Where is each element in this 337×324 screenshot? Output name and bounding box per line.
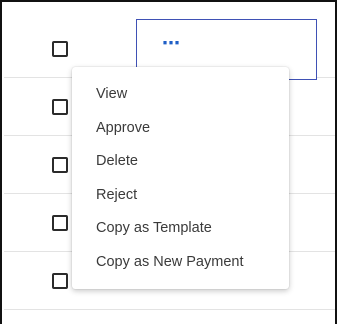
- table-panel: ⋯ View Approve Delete Reject Copy as Tem…: [0, 0, 337, 324]
- row-checkbox[interactable]: [52, 157, 68, 173]
- more-horizontal-icon[interactable]: ⋯: [162, 34, 182, 52]
- menu-item-reject[interactable]: Reject: [72, 185, 289, 219]
- row-checkbox[interactable]: [52, 215, 68, 231]
- row-checkbox[interactable]: [52, 273, 68, 289]
- menu-item-approve[interactable]: Approve: [72, 118, 289, 152]
- menu-item-view[interactable]: View: [72, 84, 289, 118]
- menu-item-copy-as-template[interactable]: Copy as Template: [72, 218, 289, 252]
- menu-item-delete[interactable]: Delete: [72, 151, 289, 185]
- row-checkbox[interactable]: [52, 41, 68, 57]
- row-checkbox[interactable]: [52, 99, 68, 115]
- row-actions-menu: View Approve Delete Reject Copy as Templ…: [72, 67, 289, 289]
- menu-item-copy-as-new-payment[interactable]: Copy as New Payment: [72, 252, 289, 286]
